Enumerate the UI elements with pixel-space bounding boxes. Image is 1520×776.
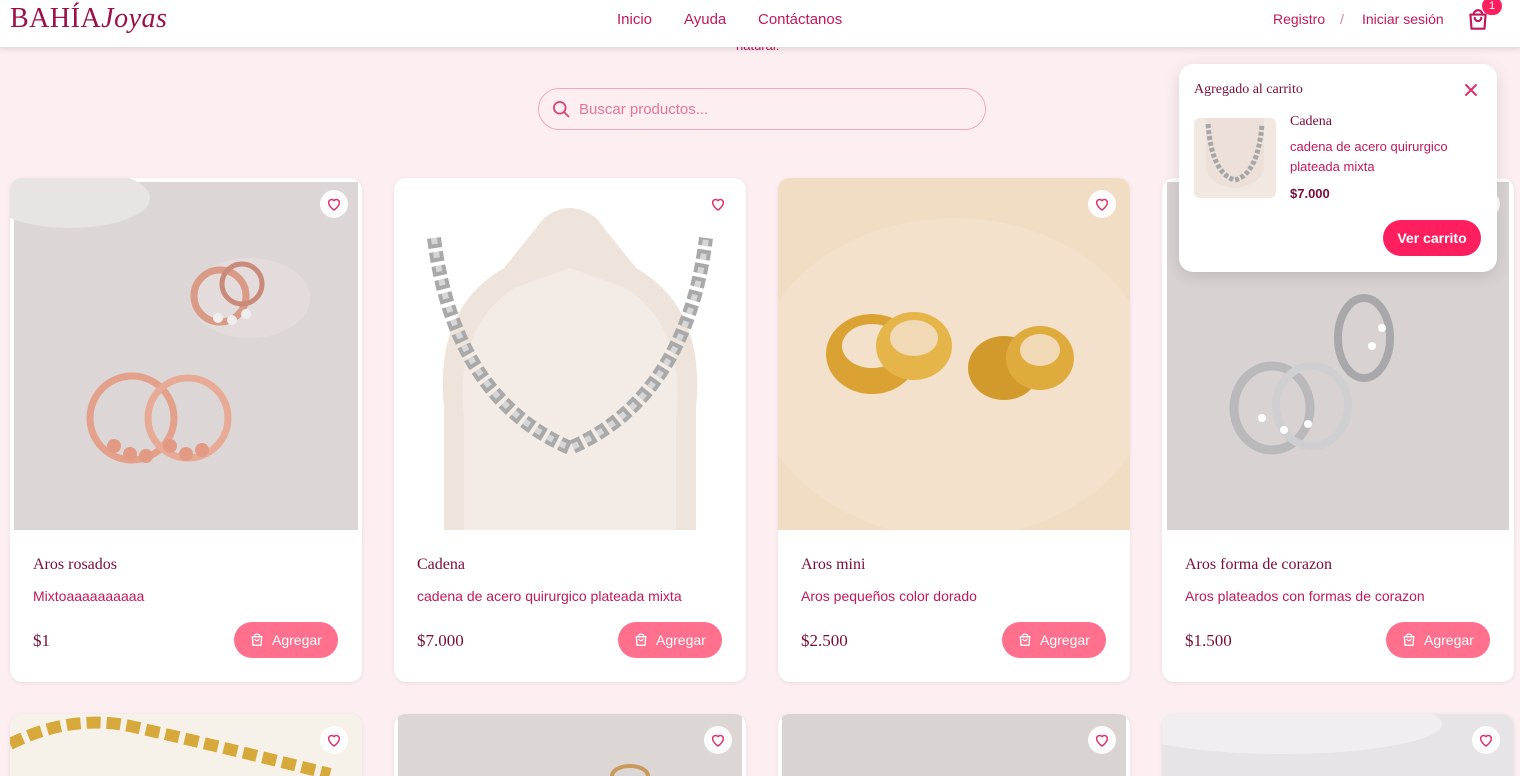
heart-icon — [327, 734, 341, 747]
popup-product-price: $7.000 — [1290, 186, 1330, 201]
product-title[interactable]: Aros rosados — [33, 556, 117, 574]
product-image[interactable] — [778, 714, 1130, 776]
search-input[interactable] — [579, 97, 969, 121]
search-icon — [553, 101, 570, 118]
product-image[interactable] — [394, 178, 746, 530]
logo-text-italic: Joyas — [101, 3, 168, 34]
heart-icon — [1479, 734, 1493, 747]
favorite-button[interactable] — [704, 190, 732, 218]
product-image[interactable] — [1162, 714, 1514, 776]
product-title[interactable]: Aros mini — [801, 556, 865, 574]
product-image[interactable] — [394, 714, 746, 776]
login-link[interactable]: Iniciar sesión — [1362, 11, 1444, 27]
favorite-button[interactable] — [320, 726, 348, 754]
add-to-cart-label: Agregar — [272, 632, 322, 648]
product-price: $1 — [33, 631, 50, 650]
add-to-cart-button[interactable]: Agregar — [1002, 622, 1106, 658]
logo[interactable]: BAHÍAJoyas — [10, 3, 167, 35]
shopping-bag-icon — [635, 633, 647, 646]
product-card[interactable]: Aros mini Aros pequeños color dorado $2.… — [778, 178, 1130, 682]
shopping-bag-icon — [251, 633, 263, 646]
heart-icon — [327, 198, 341, 211]
close-icon[interactable] — [1463, 82, 1479, 98]
product-price: $1.500 — [1185, 631, 1232, 650]
popup-product-name: Cadena — [1290, 114, 1332, 129]
product-description: Mixtoaaaaaaaaaa — [33, 588, 145, 604]
view-cart-button[interactable]: Ver carrito — [1383, 220, 1481, 256]
search-box — [538, 88, 986, 130]
favorite-button[interactable] — [320, 190, 348, 218]
product-image[interactable] — [778, 178, 1130, 530]
product-card[interactable] — [778, 714, 1130, 776]
heart-icon — [1095, 198, 1109, 211]
added-to-cart-popup: Agregado al carrito Cadena cadena de ace… — [1179, 64, 1497, 272]
auth-separator: / — [1340, 11, 1344, 27]
product-card[interactable]: Aros rosados Mixtoaaaaaaaaaa $1 Agregar — [10, 178, 362, 682]
add-to-cart-button[interactable]: Agregar — [234, 622, 338, 658]
header: BAHÍAJoyas Inicio Ayuda Contáctanos Regi… — [0, 0, 1520, 47]
product-card[interactable] — [10, 714, 362, 776]
logo-text-main: BAHÍA — [10, 3, 102, 34]
add-to-cart-button[interactable]: Agregar — [618, 622, 722, 658]
favorite-button[interactable] — [1088, 726, 1116, 754]
favorite-button[interactable] — [1472, 726, 1500, 754]
product-image[interactable] — [10, 178, 362, 530]
product-card[interactable] — [1162, 714, 1514, 776]
product-price: $2.500 — [801, 631, 848, 650]
product-title[interactable]: Aros forma de corazon — [1185, 556, 1332, 574]
shopping-bag-icon — [1019, 633, 1031, 646]
popup-product-image — [1194, 118, 1276, 198]
product-description: Aros pequeños color dorado — [801, 588, 977, 604]
popup-product-description: cadena de acero quirurgico plateada mixt… — [1290, 139, 1448, 174]
heart-icon — [711, 734, 725, 747]
product-card[interactable]: Cadena cadena de acero quirurgico platea… — [394, 178, 746, 682]
product-image[interactable] — [10, 714, 362, 776]
add-to-cart-label: Agregar — [1424, 632, 1474, 648]
product-card[interactable] — [394, 714, 746, 776]
nav-ayuda[interactable]: Ayuda — [684, 11, 726, 28]
shopping-bag-icon — [1403, 633, 1415, 646]
nav-contactanos[interactable]: Contáctanos — [758, 11, 842, 28]
add-to-cart-button[interactable]: Agregar — [1386, 622, 1490, 658]
heart-icon — [1095, 734, 1109, 747]
favorite-button[interactable] — [1088, 190, 1116, 218]
nav-inicio[interactable]: Inicio — [617, 11, 652, 28]
product-description: cadena de acero quirurgico plateada mixt… — [417, 588, 682, 604]
add-to-cart-label: Agregar — [1040, 632, 1090, 648]
add-to-cart-label: Agregar — [656, 632, 706, 648]
favorite-button[interactable] — [704, 726, 732, 754]
register-link[interactable]: Registro — [1273, 11, 1325, 27]
cart-count-badge: 1 — [1482, 0, 1502, 15]
product-title[interactable]: Cadena — [417, 556, 465, 574]
heart-icon — [711, 198, 725, 211]
product-description: Aros plateados con formas de corazon — [1185, 588, 1425, 604]
popup-title: Agregado al carrito — [1194, 82, 1303, 97]
product-price: $7.000 — [417, 631, 464, 650]
